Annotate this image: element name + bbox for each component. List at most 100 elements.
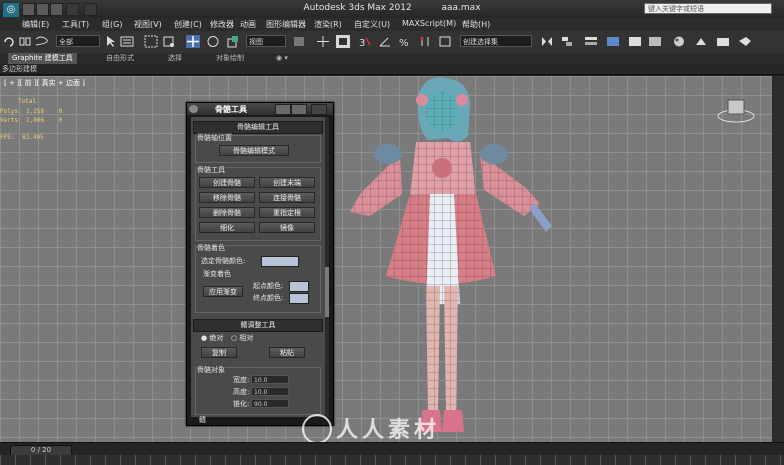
- menu-tools[interactable]: 工具(T): [62, 19, 89, 30]
- paste-button[interactable]: 粘贴: [269, 347, 305, 358]
- copy-button[interactable]: 复制: [201, 347, 237, 358]
- graphite-toggle-icon[interactable]: [606, 35, 620, 48]
- connect-bone-button[interactable]: 连接骨骼: [259, 192, 315, 203]
- curve-editor-icon[interactable]: [628, 35, 642, 48]
- mirror-icon[interactable]: [540, 35, 554, 48]
- pivot-center-icon[interactable]: [292, 35, 306, 48]
- tab-graphite-modeling[interactable]: Graphite 建模工具: [8, 53, 77, 64]
- spinner-snap-icon[interactable]: [418, 35, 432, 48]
- tab-selection[interactable]: 选择: [164, 53, 186, 64]
- taper-spinner[interactable]: 90.0: [251, 399, 289, 408]
- end-color-swatch[interactable]: [289, 293, 309, 304]
- select-and-scale-icon[interactable]: [226, 35, 240, 48]
- height-spinner[interactable]: 10.0: [251, 387, 289, 396]
- app-title: Autodesk 3ds Max 2012: [303, 3, 412, 13]
- height-label: 高度:: [233, 388, 250, 396]
- tab-object-paint[interactable]: 对象绘制: [212, 53, 248, 64]
- menu-edit[interactable]: 编辑(E): [22, 19, 49, 30]
- radio-relative[interactable]: ○ 相对: [231, 333, 253, 343]
- selected-bone-color-label: 选定骨骼颜色:: [201, 257, 246, 265]
- stat-fps-label: FPS:: [0, 134, 15, 141]
- selected-bone-color-swatch[interactable]: [261, 256, 299, 267]
- select-and-rotate-icon[interactable]: [206, 35, 220, 48]
- bone-edit-mode-button[interactable]: 骨骼编辑模式: [219, 145, 289, 156]
- character-model[interactable]: [330, 76, 570, 442]
- file-name: aaa.max: [441, 3, 481, 13]
- named-selection-dropdown[interactable]: 创建选择集: [460, 35, 532, 47]
- dialog-title: 骨骼工具: [215, 105, 247, 114]
- front-viewport[interactable]: [ + ][ 前 ][ 真实 + 边面 ] Total Polys: 1,258…: [0, 76, 772, 442]
- delete-bone-button[interactable]: 删除骨骼: [199, 207, 255, 218]
- radio-relative-label: 相对: [239, 334, 254, 342]
- create-bone-button[interactable]: 创建骨骼: [199, 177, 255, 188]
- refine-button[interactable]: 细化: [199, 222, 255, 233]
- reference-coord-dropdown[interactable]: 视图: [246, 35, 286, 47]
- bone-tools-dialog: 骨骼工具 骨骼编辑工具 骨骼轴位置 骨骼编辑模式 骨骼工具 创建骨骼 创建末端 …: [186, 102, 334, 426]
- window-crossing-icon[interactable]: [162, 35, 176, 48]
- radio-absolute[interactable]: ● 绝对: [201, 333, 223, 343]
- menu-maxscript[interactable]: MAXScript(M): [402, 19, 456, 28]
- reassign-root-button[interactable]: 重指定根: [259, 207, 315, 218]
- main-toolbar: 全部 视图 3 % 创建选择集: [0, 31, 784, 54]
- width-spinner[interactable]: 10.0: [251, 375, 289, 384]
- viewport-label[interactable]: [ + ][ 前 ][ 真实 + 边面 ]: [4, 78, 85, 88]
- angle-snap-icon[interactable]: [378, 35, 392, 48]
- percent-snap-icon[interactable]: %: [398, 35, 412, 48]
- keyboard-shortcut-override-icon[interactable]: [336, 35, 350, 48]
- tab-freeform[interactable]: 自由形式: [102, 53, 138, 64]
- layer-manager-icon[interactable]: [584, 35, 598, 48]
- menu-create[interactable]: 创建(C): [174, 19, 202, 30]
- menu-bar: 编辑(E) 工具(T) 组(G) 视图(V) 创建(C) 修改器 动画 图形编辑…: [0, 18, 784, 32]
- edit-named-selection-icon[interactable]: [438, 35, 452, 48]
- rendered-frame-window-icon[interactable]: [716, 35, 730, 48]
- menu-animation[interactable]: 动画: [240, 19, 256, 30]
- group-bone-tools-label: 骨骼工具: [197, 165, 225, 175]
- menu-view[interactable]: 视图(V): [134, 19, 162, 30]
- start-color-swatch[interactable]: [289, 281, 309, 292]
- minimize-button[interactable]: [275, 104, 291, 115]
- menu-group[interactable]: 组(G): [102, 19, 122, 30]
- material-editor-icon[interactable]: [672, 35, 686, 48]
- radio-absolute-label: 绝对: [209, 334, 224, 342]
- bind-space-warp-icon[interactable]: [34, 35, 48, 48]
- mirror-button[interactable]: 镜像: [259, 222, 315, 233]
- width-label: 宽度:: [233, 376, 250, 384]
- stat-fps-value: 83.405: [22, 134, 44, 141]
- menu-help[interactable]: 帮助(H): [462, 19, 490, 30]
- maximize-button[interactable]: [291, 104, 307, 115]
- close-button[interactable]: [311, 104, 327, 115]
- end-color-label: 终点颜色:: [253, 294, 284, 302]
- selection-filter-dropdown[interactable]: 全部: [56, 35, 100, 47]
- menu-rendering[interactable]: 渲染(R): [314, 19, 342, 30]
- panel-scrollbar-thumb[interactable]: [325, 267, 329, 317]
- rectangular-selection-icon[interactable]: [144, 35, 158, 48]
- select-by-name-icon[interactable]: [120, 35, 134, 48]
- dialog-titlebar[interactable]: 骨骼工具: [187, 103, 333, 115]
- gradient-coloring-label: 渐变着色: [203, 270, 231, 278]
- viewcube-icon[interactable]: [716, 96, 756, 124]
- render-setup-icon[interactable]: [694, 35, 708, 48]
- snaps-toggle-icon[interactable]: 3: [358, 35, 372, 48]
- select-and-move-icon[interactable]: [186, 35, 200, 48]
- stat-verts-label: Verts:: [0, 117, 22, 124]
- title-bar: ◎ Autodesk 3ds Max 2012 aaa.max 键入关键字或短语: [0, 0, 784, 19]
- search-input[interactable]: 键入关键字或短语: [644, 3, 772, 14]
- select-object-icon[interactable]: [104, 35, 118, 48]
- remove-bone-button[interactable]: 移除骨骼: [199, 192, 255, 203]
- undo-icon[interactable]: [2, 35, 16, 48]
- rollout-fin-adjust-tools[interactable]: 鳍调整工具: [193, 319, 323, 332]
- select-manipulate-icon[interactable]: [316, 35, 330, 48]
- start-color-label: 起点颜色:: [253, 282, 284, 290]
- create-end-button[interactable]: 创建末端: [259, 177, 315, 188]
- menu-graph-editors[interactable]: 图形编辑器: [266, 19, 306, 30]
- command-panel-strip[interactable]: [772, 76, 784, 442]
- apply-gradient-button[interactable]: 应用渐变: [203, 286, 243, 297]
- menu-customize[interactable]: 自定义(U): [354, 19, 390, 30]
- menu-modifiers[interactable]: 修改器: [210, 19, 234, 30]
- ribbon-options-icon[interactable]: ◉ ▾: [272, 53, 292, 64]
- schematic-view-icon[interactable]: [648, 35, 662, 48]
- ribbon-panel-label[interactable]: 多边形建模: [0, 64, 784, 75]
- select-and-link-icon[interactable]: [18, 35, 32, 48]
- render-production-icon[interactable]: [738, 35, 752, 48]
- align-icon[interactable]: [560, 35, 574, 48]
